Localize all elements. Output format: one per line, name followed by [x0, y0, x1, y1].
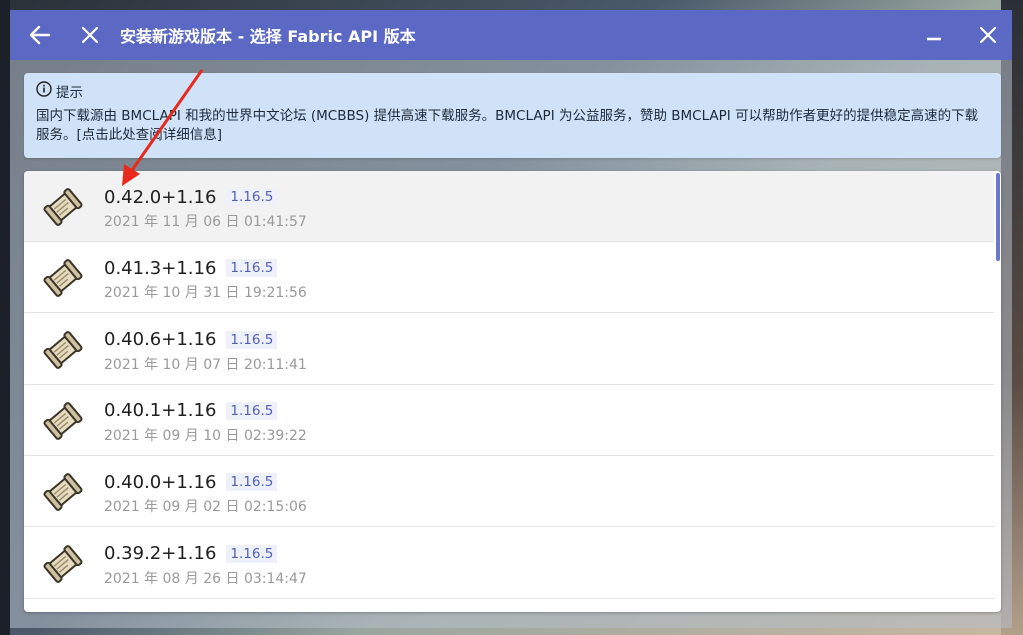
- notice-card: 提示 国内下载源由 BMCLAPI 和我的世界中文论坛 (MCBBS) 提供高速…: [24, 73, 1001, 158]
- release-date: 2021 年 10 月 07 日 20:11:41: [104, 356, 307, 373]
- title-bar: 安装新游戏版本 - 选择 Fabric API 版本: [10, 10, 1012, 60]
- release-date: 2021 年 09 月 10 日 02:39:22: [104, 427, 307, 444]
- installer-window: 安装新游戏版本 - 选择 Fabric API 版本 提示 国内下载源由 BMC…: [10, 10, 1012, 628]
- version-name: 0.39.2+1.16: [104, 543, 217, 564]
- version-name: 0.41.3+1.16: [104, 257, 217, 279]
- mc-version-tag: 1.16.5: [226, 544, 278, 563]
- version-row[interactable]: 0.39.2+1.16 1.16.5 2021 年 08 月 26 日 03:14:…: [24, 528, 994, 599]
- notice-body[interactable]: 国内下载源由 BMCLAPI 和我的世界中文论坛 (MCBBS) 提供高速下载服…: [36, 107, 987, 145]
- mc-version-tag: 1.16.5: [226, 188, 278, 206]
- mc-version-tag: 1.16.5: [226, 259, 278, 278]
- scroll-icon: [42, 257, 84, 299]
- scroll-icon: [42, 329, 84, 371]
- release-date: 2021 年 09 月 02 日 02:15:06: [104, 499, 307, 516]
- mc-version-tag: 1.16.5: [226, 330, 278, 349]
- close-icon[interactable]: [76, 21, 104, 49]
- background-left: [0, 0, 10, 635]
- version-name: 0.40.0+1.16: [104, 471, 217, 493]
- release-date: 2021 年 08 月 26 日 03:14:47: [104, 570, 307, 587]
- scroll-icon: [42, 543, 84, 585]
- scrollbar[interactable]: [996, 173, 1000, 261]
- back-arrow-icon[interactable]: [26, 21, 54, 49]
- mc-version-tag: 1.16.5: [226, 473, 278, 492]
- version-row[interactable]: 0.40.0+1.16 1.16.5 2021 年 09 月 02 日 02:15:…: [24, 456, 994, 528]
- version-name: 0.42.0+1.16: [104, 186, 217, 208]
- scroll-icon: [42, 186, 84, 228]
- mc-version-tag: 1.16.5: [226, 401, 278, 420]
- version-name: 0.40.6+1.16: [104, 329, 217, 351]
- notice-title: 提示: [56, 85, 83, 101]
- version-list[interactable]: 0.42.0+1.16 1.16.5 2021 年 11 月 06 日 01:41:…: [24, 171, 1001, 612]
- version-row[interactable]: 0.41.3+1.16 1.16.5 2021 年 10 月 31 日 19:21:…: [24, 242, 994, 314]
- scroll-icon: [42, 400, 84, 442]
- window-close-icon[interactable]: [974, 21, 1002, 49]
- release-date: 2021 年 11 月 06 日 01:41:57: [104, 214, 307, 230]
- scroll-icon: [42, 471, 84, 513]
- version-row[interactable]: 0.42.0+1.16 1.16.5 2021 年 11 月 06 日 01:41:…: [24, 171, 994, 242]
- version-name: 0.40.1+1.16: [104, 400, 217, 422]
- minimize-icon[interactable]: [920, 21, 948, 49]
- info-icon: [36, 81, 52, 101]
- version-row[interactable]: 0.40.1+1.16 1.16.5 2021 年 09 月 10 日 02:39:…: [24, 385, 994, 456]
- release-date: 2021 年 10 月 31 日 19:21:56: [104, 285, 307, 302]
- version-row[interactable]: 0.40.6+1.16 1.16.5 2021 年 10 月 07 日 20:11:…: [24, 314, 994, 385]
- window-title: 安装新游戏版本 - 选择 Fabric API 版本: [120, 27, 416, 46]
